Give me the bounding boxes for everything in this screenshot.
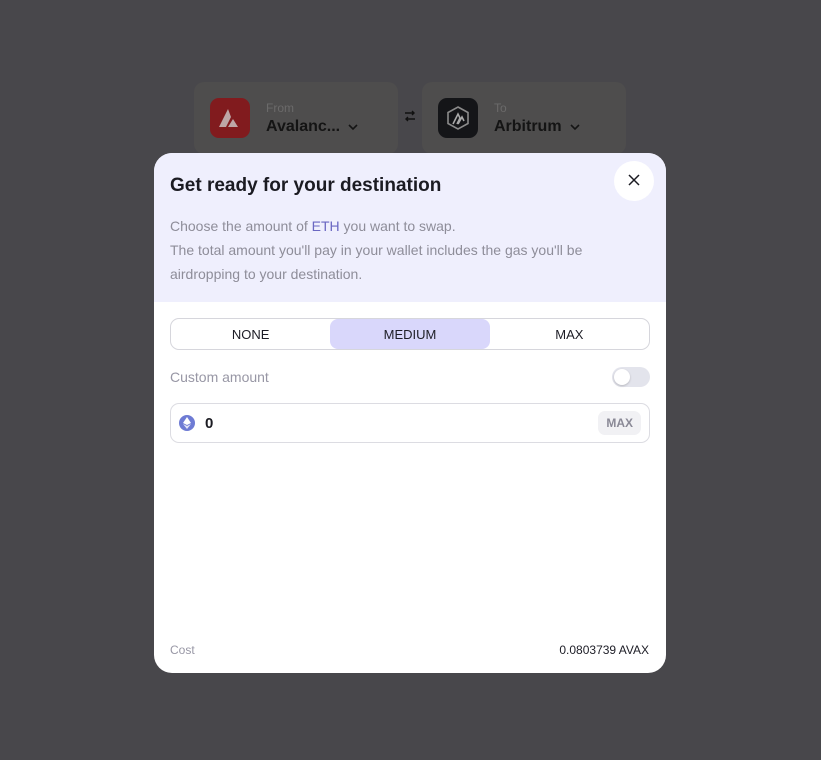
custom-amount-row: Custom amount bbox=[170, 367, 650, 387]
amount-input[interactable] bbox=[205, 414, 599, 432]
from-label: From bbox=[266, 100, 294, 115]
description-line-2: The total amount you'll pay in your wall… bbox=[170, 242, 583, 282]
modal-description: Choose the amount of ETH you want to swa… bbox=[170, 214, 650, 286]
modal-title: Get ready for your destination bbox=[170, 175, 442, 196]
option-max[interactable]: MAX bbox=[490, 319, 649, 349]
max-button[interactable]: MAX bbox=[598, 411, 641, 435]
desc-suffix: you want to swap. bbox=[339, 218, 456, 234]
chevron-down-icon bbox=[569, 118, 580, 136]
from-chain-name: Avalanc... bbox=[266, 117, 341, 135]
to-chain-name: Arbitrum bbox=[494, 117, 562, 135]
desc-prefix: Choose the amount of bbox=[170, 218, 312, 234]
cost-row: Cost 0.0803739 AVAX bbox=[170, 643, 649, 657]
avalanche-icon bbox=[210, 98, 250, 138]
modal-header: Get ready for your destination Choose th… bbox=[154, 153, 666, 302]
custom-amount-toggle[interactable] bbox=[612, 367, 650, 387]
option-none[interactable]: NONE bbox=[171, 319, 330, 349]
chevron-down-icon bbox=[348, 118, 358, 136]
to-label: To bbox=[494, 100, 507, 115]
to-chain-selector[interactable]: To Arbitrum bbox=[422, 82, 626, 154]
close-button[interactable] bbox=[614, 161, 654, 201]
cost-value: 0.0803739 AVAX bbox=[559, 643, 649, 657]
cost-label: Cost bbox=[170, 643, 195, 657]
ethereum-icon bbox=[179, 415, 195, 431]
description-line-1: Choose the amount of ETH you want to swa… bbox=[170, 214, 650, 238]
gas-amount-selector: NONE MEDIUM MAX bbox=[170, 318, 650, 350]
token-symbol: ETH bbox=[311, 218, 340, 234]
arbitrum-icon bbox=[438, 98, 478, 138]
option-medium[interactable]: MEDIUM bbox=[330, 319, 490, 349]
close-icon bbox=[628, 173, 640, 189]
destination-gas-modal: Get ready for your destination Choose th… bbox=[154, 153, 666, 673]
swap-arrows-icon[interactable] bbox=[403, 109, 417, 123]
page: From Avalanc... To Arbitrum Get ready fo… bbox=[0, 0, 821, 760]
custom-amount-label: Custom amount bbox=[170, 369, 269, 385]
from-chain-selector[interactable]: From Avalanc... bbox=[194, 82, 398, 154]
amount-field: MAX bbox=[170, 403, 650, 443]
toggle-knob bbox=[614, 369, 630, 385]
